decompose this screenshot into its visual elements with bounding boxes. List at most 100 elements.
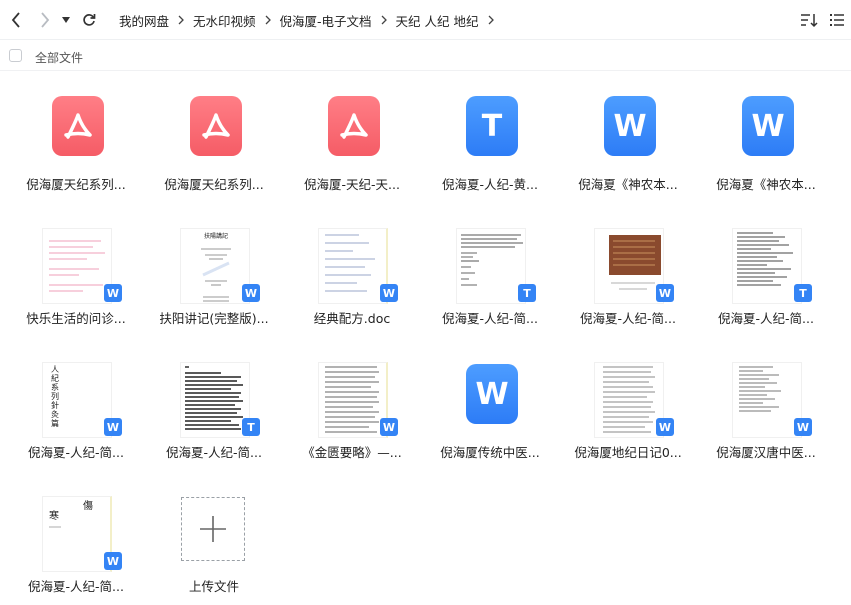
file-tile[interactable]: 傷 寒 W 倪海夏-人纪-简...: [7, 486, 145, 605]
file-name: 倪海厦天纪系列...: [26, 177, 126, 192]
preview-title: 扶陽講記: [203, 233, 228, 240]
refresh-icon: [83, 14, 96, 26]
word-badge-icon: W: [380, 284, 398, 302]
file-tile[interactable]: 人紀系列針灸篇 W 倪海夏-人纪-简...: [7, 352, 145, 482]
file-tile[interactable]: 倪海厦天纪系列...: [145, 84, 283, 214]
word-badge-icon: W: [242, 284, 260, 302]
chevron-left-icon: [11, 12, 20, 28]
breadcrumb-item[interactable]: 倪海厦-电子文档: [280, 11, 372, 30]
word-badge-icon: W: [104, 552, 122, 570]
file-name: 倪海夏-人纪-简...: [442, 311, 538, 326]
document-preview: [42, 228, 112, 304]
plus-icon: [200, 516, 226, 542]
sort-button[interactable]: [800, 12, 818, 28]
word-badge-icon: W: [104, 418, 122, 436]
file-tile[interactable]: W 倪海夏《神农本...: [559, 84, 697, 214]
document-preview: [732, 362, 802, 438]
caret-down-icon: [62, 17, 70, 23]
file-tile[interactable]: W 倪海夏-人纪-简...: [559, 218, 697, 348]
file-thumbnail: W: [732, 94, 800, 160]
word-badge-icon: W: [656, 284, 674, 302]
file-name: 倪海厦-天纪-天...: [304, 177, 400, 192]
chevron-right-icon: [265, 15, 271, 25]
list-view-icon: [830, 14, 844, 26]
upload-button[interactable]: [181, 497, 245, 561]
pdf-icon: [328, 96, 380, 156]
document-preview: 扶陽講記: [180, 228, 250, 304]
file-name: 《金匮要略》—...: [302, 445, 402, 460]
file-thumbnail: [180, 94, 248, 160]
word-icon: W: [742, 96, 794, 156]
breadcrumb-item[interactable]: 无水印视频: [193, 11, 256, 30]
file-tile[interactable]: T 倪海夏-人纪-简...: [697, 218, 835, 348]
txt-icon: T: [466, 96, 518, 156]
refresh-button[interactable]: [78, 8, 100, 32]
document-preview: [318, 228, 388, 304]
file-tile[interactable]: W 《金匮要略》—...: [283, 352, 421, 482]
file-name: 扶阳讲记(完整版)...: [159, 311, 269, 326]
file-name: 倪海夏-人纪-简...: [166, 445, 262, 460]
file-tile[interactable]: 扶陽講記 W 扶阳讲记(完整版)...: [145, 218, 283, 348]
document-preview: 傷 寒: [42, 496, 112, 572]
file-tile[interactable]: W 倪海厦传统中医...: [421, 352, 559, 482]
list-view-button[interactable]: [829, 12, 847, 28]
file-tile[interactable]: W 倪海厦汉唐中医...: [697, 352, 835, 482]
file-tile[interactable]: T 倪海夏-人纪-黄...: [421, 84, 559, 214]
file-tile[interactable]: 倪海厦天纪系列...: [7, 84, 145, 214]
file-thumbnail: W: [42, 228, 122, 304]
file-thumbnail: T: [456, 228, 536, 304]
file-thumbnail: W: [594, 362, 674, 438]
pdf-icon: [52, 96, 104, 156]
file-thumbnail: T: [732, 228, 812, 304]
word-icon: W: [466, 364, 518, 424]
file-thumbnail: 傷 寒 W: [42, 496, 122, 572]
forward-button[interactable]: [34, 8, 56, 32]
file-name: 倪海夏-人纪-简...: [28, 445, 124, 460]
file-name: 倪海夏-人纪-简...: [580, 311, 676, 326]
file-tile[interactable]: W 倪海夏《神农本...: [697, 84, 835, 214]
file-name: 快乐生活的问诊...: [26, 311, 126, 326]
upload-label: 上传文件: [188, 579, 239, 594]
file-thumbnail: 人紀系列針灸篇 W: [42, 362, 122, 438]
file-tile[interactable]: W 经典配方.doc: [283, 218, 421, 348]
file-name: 倪海厦地纪日记0...: [574, 445, 682, 460]
word-badge-icon: W: [104, 284, 122, 302]
file-name: 倪海夏-人纪-简...: [28, 579, 124, 594]
file-thumbnail: W: [594, 228, 674, 304]
history-dropdown-button[interactable]: [57, 8, 75, 32]
txt-badge-icon: T: [518, 284, 536, 302]
file-name: 倪海厦汉唐中医...: [716, 445, 816, 460]
file-thumbnail: [318, 94, 386, 160]
chevron-right-icon: [178, 15, 184, 25]
preview-cover-text: 人紀系列針灸篇: [51, 365, 59, 428]
file-tile[interactable]: T 倪海夏-人纪-简...: [421, 218, 559, 348]
document-preview: [456, 228, 526, 304]
file-tile[interactable]: W 倪海厦地纪日记0...: [559, 352, 697, 482]
file-tile[interactable]: 倪海厦-天纪-天...: [283, 84, 421, 214]
back-button[interactable]: [5, 8, 27, 32]
txt-badge-icon: T: [242, 418, 260, 436]
document-preview: [318, 362, 388, 438]
txt-badge-icon: T: [794, 284, 812, 302]
file-name: 倪海厦天纪系列...: [164, 177, 264, 192]
file-tile[interactable]: T 倪海夏-人纪-简...: [145, 352, 283, 482]
document-preview: 人紀系列針灸篇: [42, 362, 112, 438]
file-name: 经典配方.doc: [313, 311, 391, 326]
select-all-checkbox[interactable]: [9, 49, 22, 62]
breadcrumb-item[interactable]: 天纪 人纪 地纪: [396, 11, 479, 30]
file-name: 倪海夏《神农本...: [578, 177, 678, 192]
select-all-bar: 全部文件: [0, 41, 851, 71]
word-badge-icon: W: [794, 418, 812, 436]
document-preview: [180, 362, 250, 438]
file-thumbnail: T: [456, 94, 524, 160]
breadcrumb-item[interactable]: 我的网盘: [119, 11, 169, 30]
file-thumbnail: 扶陽講記 W: [180, 228, 260, 304]
file-name: 倪海夏-人纪-简...: [718, 311, 814, 326]
file-name: 倪海夏《神农本...: [716, 177, 816, 192]
file-thumbnail: W: [732, 362, 812, 438]
pdf-icon: [190, 96, 242, 156]
file-tile[interactable]: W 快乐生活的问诊...: [7, 218, 145, 348]
file-thumbnail: W: [594, 94, 662, 160]
document-preview: [594, 362, 664, 438]
file-thumbnail: [42, 94, 110, 160]
